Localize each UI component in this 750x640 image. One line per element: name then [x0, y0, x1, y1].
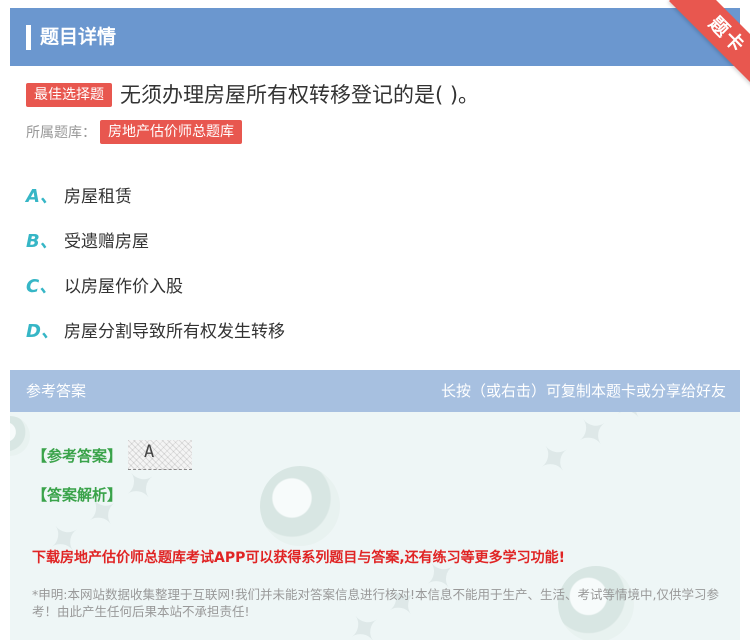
question-type-badge: 最佳选择题: [26, 83, 112, 107]
option-text: 以房屋作价入股: [64, 277, 183, 297]
option-letter: B、: [26, 230, 58, 252]
answer-value: A: [144, 442, 155, 462]
watermark-logo-icon: [260, 466, 340, 546]
disclaimer-text: *申明:本网站数据收集整理于互联网!我们并未能对答案信息进行核对!本信息不能用于…: [32, 587, 719, 619]
bank-line: 所属题库： 房地产估价师总题库: [26, 120, 242, 144]
answer-image: A: [128, 440, 193, 470]
ribbon-label[interactable]: 题卡: [669, 0, 750, 90]
reference-answer-line: 【参考答案】 A: [32, 440, 193, 470]
watermark-logo-icon: [10, 416, 30, 456]
share-hint: 长按（或右击）可复制本题卡或分享给好友: [440, 382, 726, 400]
analysis-line: 【答案解析】: [32, 482, 122, 506]
question-line: 最佳选择题 无须办理房屋所有权转移登记的是( )。: [26, 80, 479, 110]
option-b[interactable]: B、 受遗赠房屋: [26, 217, 726, 262]
download-app-link[interactable]: 下载房地产估价师总题库考试APP可以获得系列题目与答案,还有练习等更多学习功能!: [32, 548, 565, 568]
header-accent-bar: [26, 25, 31, 50]
answer-header-title: 参考答案: [26, 382, 87, 400]
options-list: A、 房屋租赁 B、 受遗赠房屋 C、 以房屋作价入股 D、 房屋分割导致所有权…: [26, 172, 726, 352]
option-letter: C、: [26, 275, 58, 297]
header-bar: 题目详情: [10, 8, 740, 66]
option-d[interactable]: D、 房屋分割导致所有权发生转移: [26, 307, 726, 352]
question-text: 无须办理房屋所有权转移登记的是( )。: [120, 83, 480, 107]
ribbon-corner[interactable]: 题卡: [650, 0, 750, 90]
option-letter: D、: [26, 320, 59, 342]
option-letter: A、: [26, 185, 58, 207]
option-c[interactable]: C、 以房屋作价入股: [26, 262, 726, 307]
answer-panel: ✦ ✦ ✦ ✦ ✦ ✦ ✦ ✦ ✦ 参考答案 长按（或右击）可复制本题卡或分享给…: [10, 370, 740, 640]
bank-label: 所属题库：: [26, 125, 96, 141]
option-text: 房屋分割导致所有权发生转移: [64, 322, 285, 342]
option-text: 受遗赠房屋: [64, 232, 149, 252]
page-title: 题目详情: [40, 26, 117, 48]
reference-answer-label: 【参考答案】: [32, 446, 123, 465]
bank-link[interactable]: 房地产估价师总题库: [100, 120, 242, 144]
option-a[interactable]: A、 房屋租赁: [26, 172, 726, 217]
option-text: 房屋租赁: [64, 187, 132, 207]
analysis-label: 【答案解析】: [32, 485, 123, 504]
answer-header: 参考答案 长按（或右击）可复制本题卡或分享给好友: [10, 370, 740, 412]
